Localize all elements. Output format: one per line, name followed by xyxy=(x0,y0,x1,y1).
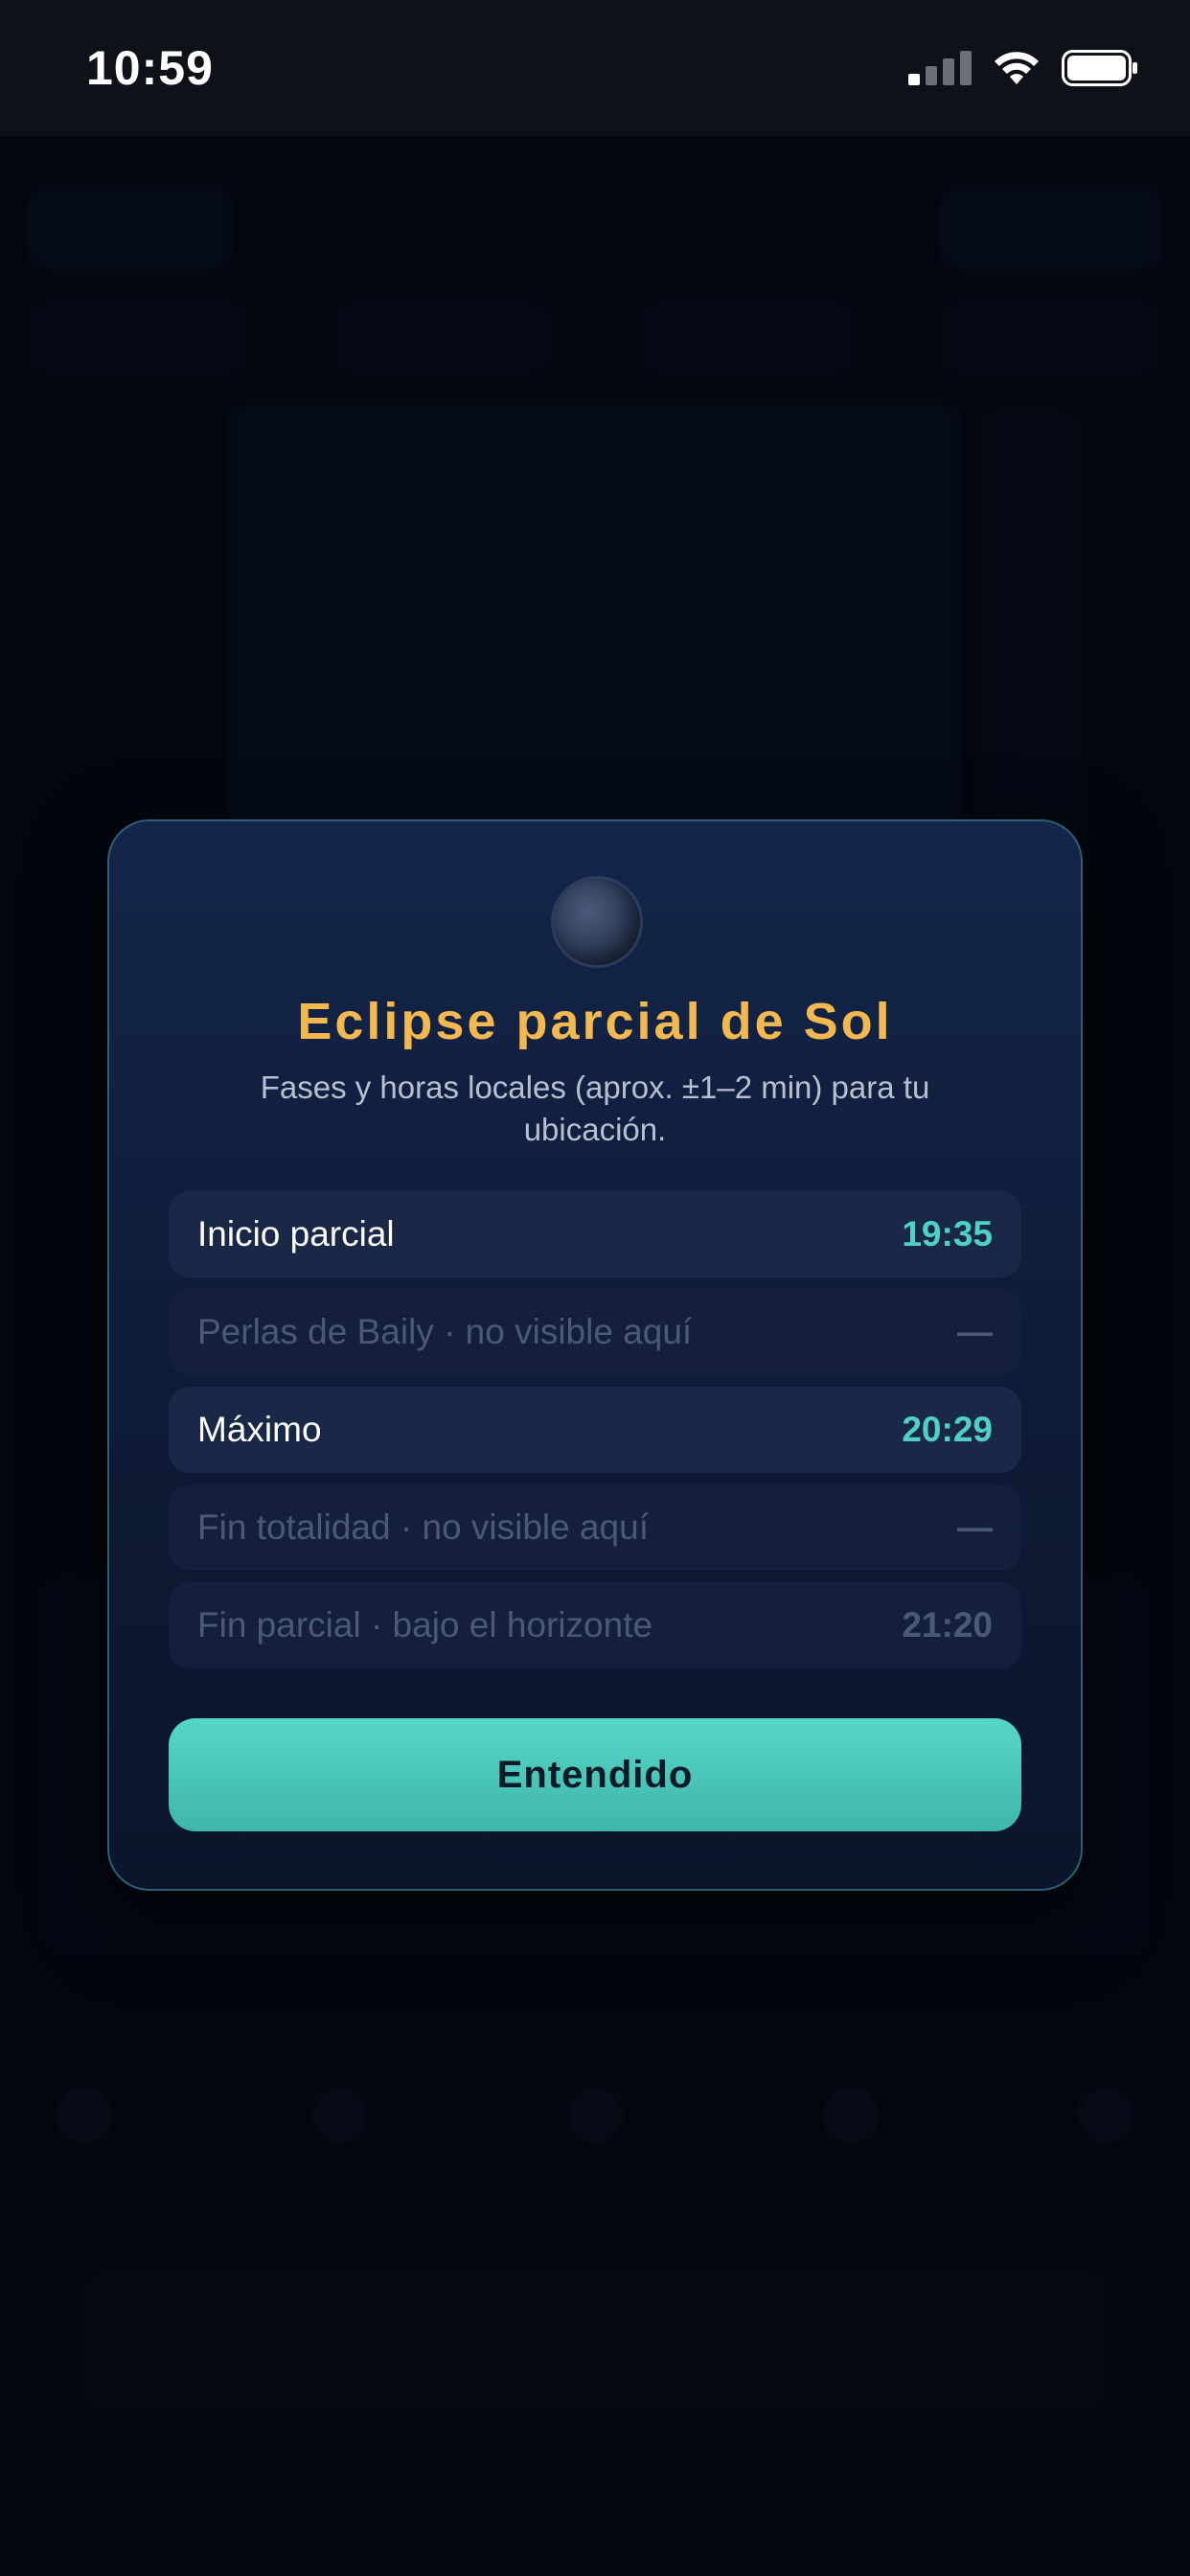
phase-row-maximo: Máximo 20:29 xyxy=(169,1387,1021,1473)
partial-eclipse-icon xyxy=(554,879,640,965)
cellular-signal-icon xyxy=(908,51,972,85)
wifi-icon xyxy=(995,52,1039,84)
eclipse-phases-dialog: Eclipse parcial de Sol Fases y horas loc… xyxy=(107,819,1083,1891)
dialog-title: Eclipse parcial de Sol xyxy=(297,993,893,1050)
phase-list: Inicio parcial 19:35 Perlas de Baily · n… xyxy=(169,1191,1021,1680)
phase-time: 19:35 xyxy=(902,1214,993,1254)
phase-time: — xyxy=(957,1312,993,1351)
screen: 10:59 Eclipse parcial de Sol Fases y hor… xyxy=(0,0,1190,2576)
status-bar: 10:59 xyxy=(0,0,1190,136)
phase-label: Fin parcial · bajo el horizonte xyxy=(197,1605,653,1644)
phase-time: 21:20 xyxy=(902,1605,993,1644)
status-time: 10:59 xyxy=(86,41,214,95)
phase-row-fin-parcial: Fin parcial · bajo el horizonte 21:20 xyxy=(169,1582,1021,1668)
phase-time: 20:29 xyxy=(902,1410,993,1449)
phase-row-inicio-parcial: Inicio parcial 19:35 xyxy=(169,1191,1021,1277)
phase-row-perlas-de-baily: Perlas de Baily · no visible aquí — xyxy=(169,1289,1021,1375)
dialog-subtitle: Fases y horas locales (aprox. ±1–2 min) … xyxy=(260,1070,930,1147)
phase-row-fin-totalidad: Fin totalidad · no visible aquí — xyxy=(169,1484,1021,1571)
phase-label: Perlas de Baily · no visible aquí xyxy=(197,1312,693,1351)
confirm-button[interactable]: Entendido xyxy=(169,1718,1021,1831)
battery-icon xyxy=(1062,50,1137,86)
status-icons xyxy=(908,50,1138,86)
phase-label: Máximo xyxy=(197,1410,322,1449)
phase-label: Fin totalidad · no visible aquí xyxy=(197,1507,649,1547)
phase-time: — xyxy=(957,1507,993,1547)
phase-label: Inicio parcial xyxy=(197,1214,395,1254)
